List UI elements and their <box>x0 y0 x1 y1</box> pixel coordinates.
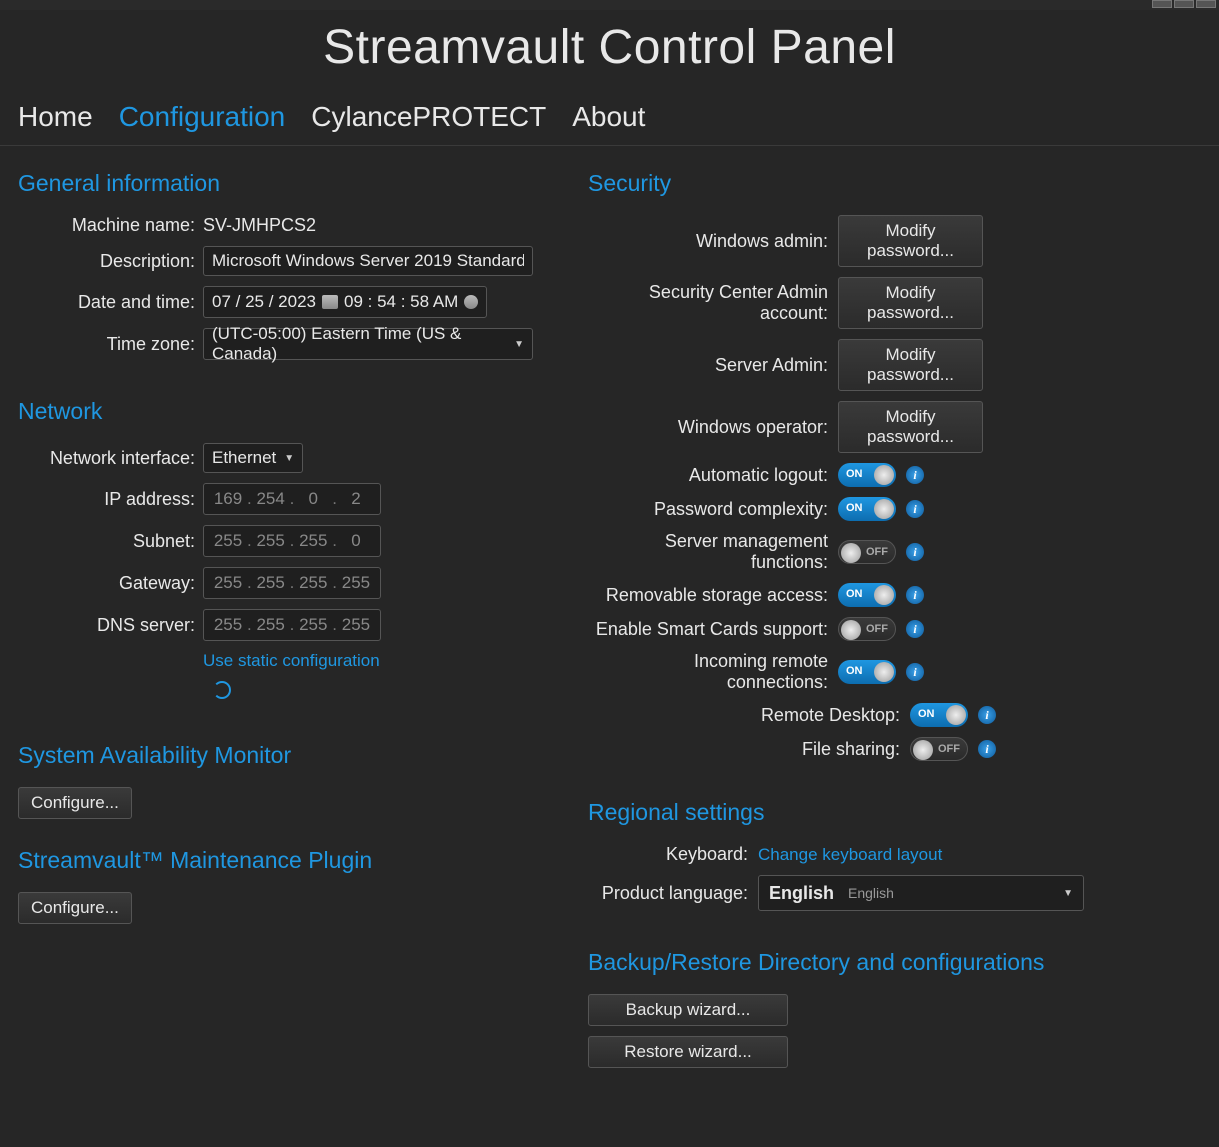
datetime-input[interactable]: 07 / 25 / 2023 09 : 54 : 58 AM <box>203 286 487 318</box>
product-language-label: Product language: <box>588 883 758 904</box>
smartcards-label: Enable Smart Cards support: <box>588 619 838 640</box>
product-language-select[interactable]: English English ▼ <box>758 875 1084 911</box>
security-section-title: Security <box>588 170 1168 197</box>
dns-label: DNS server: <box>18 615 203 636</box>
gateway-input[interactable]: 255. 255. 255. 255 <box>203 567 381 599</box>
info-icon[interactable]: i <box>906 466 924 484</box>
smartcards-toggle[interactable]: OFF <box>838 617 896 641</box>
windows-admin-modify-button[interactable]: Modify password... <box>838 215 983 267</box>
server-admin-label: Server Admin: <box>588 355 838 376</box>
incoming-toggle[interactable]: ON <box>838 660 896 684</box>
backup-wizard-button[interactable]: Backup wizard... <box>588 994 788 1026</box>
refresh-icon[interactable] <box>213 681 231 699</box>
info-icon[interactable]: i <box>906 620 924 638</box>
network-interface-value: Ethernet <box>212 448 276 468</box>
info-icon[interactable]: i <box>978 740 996 758</box>
file-sharing-toggle[interactable]: OFF <box>910 737 968 761</box>
sam-configure-button[interactable]: Configure... <box>18 787 132 819</box>
incoming-label: Incoming remote connections: <box>588 651 838 693</box>
clock-icon[interactable] <box>464 295 478 309</box>
pw-complexity-toggle[interactable]: ON <box>838 497 896 521</box>
network-interface-label: Network interface: <box>18 448 203 469</box>
remote-desktop-label: Remote Desktop: <box>624 705 910 726</box>
timezone-value: (UTC-05:00) Eastern Time (US & Canada) <box>212 324 514 364</box>
subnet-input[interactable]: 255. 255. 255. 0 <box>203 525 381 557</box>
window-titlebar <box>0 0 1219 10</box>
chevron-down-icon: ▼ <box>284 453 294 464</box>
restore-wizard-button[interactable]: Restore wizard... <box>588 1036 788 1068</box>
server-mgmt-label: Server management functions: <box>588 531 838 573</box>
auto-logout-label: Automatic logout: <box>588 465 838 486</box>
info-icon[interactable]: i <box>906 500 924 518</box>
network-section-title: Network <box>18 398 578 425</box>
time-value: 09 : 54 : 58 AM <box>344 292 458 312</box>
auto-logout-toggle[interactable]: ON <box>838 463 896 487</box>
nav-about[interactable]: About <box>572 101 645 133</box>
server-mgmt-toggle[interactable]: OFF <box>838 540 896 564</box>
keyboard-layout-link[interactable]: Change keyboard layout <box>758 845 942 865</box>
removable-toggle[interactable]: ON <box>838 583 896 607</box>
sc-admin-label: Security Center Admin account: <box>588 282 838 324</box>
remote-desktop-toggle[interactable]: ON <box>910 703 968 727</box>
app-title: Streamvault Control Panel <box>0 10 1219 95</box>
ip-address-input[interactable]: 169. 254. 0. 2 <box>203 483 381 515</box>
chevron-down-icon: ▼ <box>1063 888 1073 899</box>
sam-section-title: System Availability Monitor <box>18 742 578 769</box>
windows-admin-label: Windows admin: <box>588 231 838 252</box>
chevron-down-icon: ▼ <box>514 339 524 350</box>
static-config-link[interactable]: Use static configuration <box>203 651 380 670</box>
top-nav: Home Configuration CylancePROTECT About <box>0 95 1219 146</box>
regional-section-title: Regional settings <box>588 799 1168 826</box>
lang-primary: English <box>769 883 834 904</box>
info-icon[interactable]: i <box>906 586 924 604</box>
maintenance-configure-button[interactable]: Configure... <box>18 892 132 924</box>
timezone-label: Time zone: <box>18 334 203 355</box>
gateway-label: Gateway: <box>18 573 203 594</box>
datetime-label: Date and time: <box>18 292 203 313</box>
lang-secondary: English <box>848 885 894 901</box>
info-icon[interactable]: i <box>978 706 996 724</box>
machine-name-label: Machine name: <box>18 215 203 236</box>
minimize-button[interactable] <box>1152 0 1172 8</box>
server-admin-modify-button[interactable]: Modify password... <box>838 339 983 391</box>
dns-input[interactable]: 255. 255. 255. 255 <box>203 609 381 641</box>
removable-label: Removable storage access: <box>588 585 838 606</box>
ip-address-label: IP address: <box>18 489 203 510</box>
keyboard-label: Keyboard: <box>588 844 758 865</box>
pw-complexity-label: Password complexity: <box>588 499 838 520</box>
info-icon[interactable]: i <box>906 663 924 681</box>
windows-operator-label: Windows operator: <box>588 417 838 438</box>
description-input[interactable] <box>203 246 533 276</box>
backup-section-title: Backup/Restore Directory and configurati… <box>588 949 1168 976</box>
sc-admin-modify-button[interactable]: Modify password... <box>838 277 983 329</box>
nav-cylance[interactable]: CylancePROTECT <box>311 101 546 133</box>
close-button[interactable] <box>1196 0 1216 8</box>
machine-name-value: SV-JMHPCS2 <box>203 215 316 236</box>
subnet-label: Subnet: <box>18 531 203 552</box>
network-interface-select[interactable]: Ethernet ▼ <box>203 443 303 473</box>
maintenance-section-title: Streamvault™ Maintenance Plugin <box>18 847 578 874</box>
file-sharing-label: File sharing: <box>624 739 910 760</box>
info-icon[interactable]: i <box>906 543 924 561</box>
maximize-button[interactable] <box>1174 0 1194 8</box>
description-label: Description: <box>18 251 203 272</box>
windows-operator-modify-button[interactable]: Modify password... <box>838 401 983 453</box>
calendar-icon[interactable] <box>322 295 338 309</box>
nav-configuration[interactable]: Configuration <box>119 101 286 133</box>
date-value: 07 / 25 / 2023 <box>212 292 316 312</box>
general-section-title: General information <box>18 170 578 197</box>
timezone-select[interactable]: (UTC-05:00) Eastern Time (US & Canada) ▼ <box>203 328 533 360</box>
nav-home[interactable]: Home <box>18 101 93 133</box>
